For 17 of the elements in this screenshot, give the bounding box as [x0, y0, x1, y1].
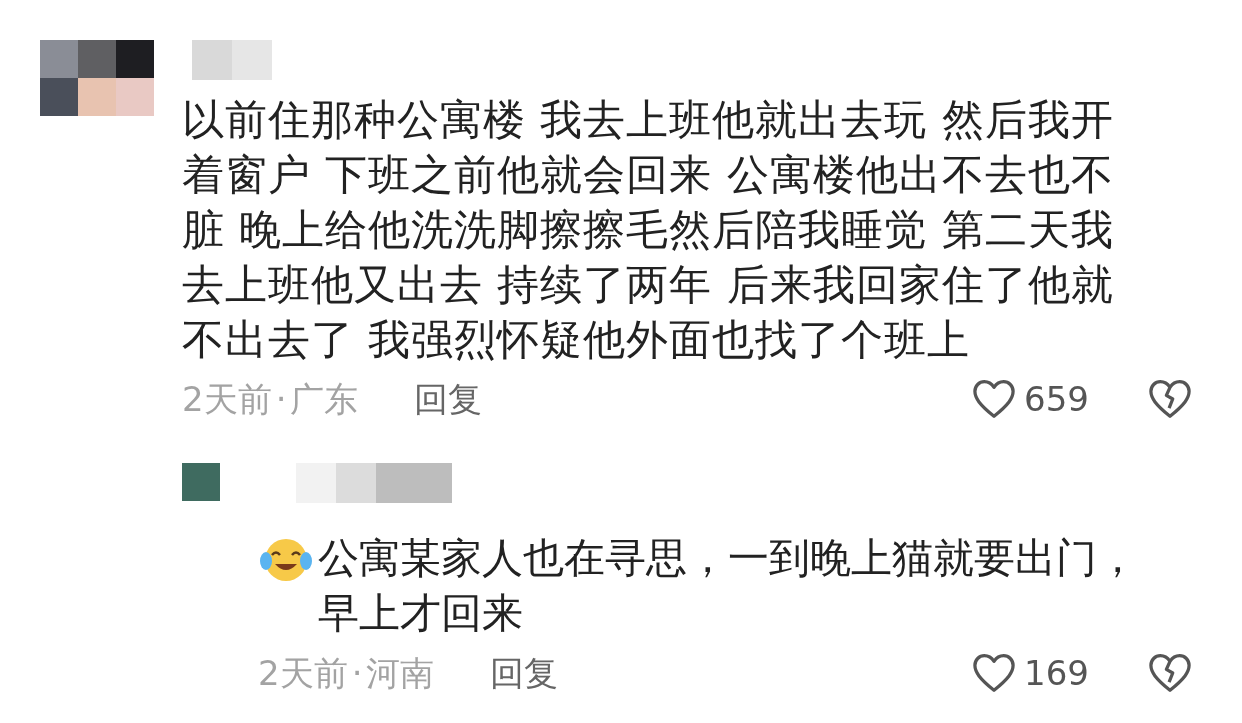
comment-location: 广东 — [290, 382, 359, 416]
separator-dot: · — [275, 382, 287, 416]
heart-icon[interactable] — [972, 653, 1016, 693]
comment-time-location: 2天前 — [258, 656, 348, 690]
reply-link[interactable]: 回复 — [490, 656, 559, 690]
heart-icon[interactable] — [972, 379, 1016, 419]
comment-text: 以前住那种公寓楼 我去上班他就出去玩 然后我开着窗户 下班之前他就会回来 公寓楼他出不去也不脏 晚上给他洗洗脚擦擦毛然后陪我睡觉 第二天我去上班他又出去 持续了两年 后来我回家住了他就不出去了 我强烈怀疑他外面也找了个班上 — [182, 94, 1115, 366]
reply-link[interactable]: 回复 — [414, 382, 483, 416]
broken-heart-icon[interactable] — [1148, 653, 1192, 693]
separator-dot: · — [351, 656, 363, 690]
broken-heart-icon[interactable] — [1148, 379, 1192, 419]
like-count: 659 — [1024, 382, 1090, 416]
comment-location: 河南 — [366, 656, 435, 690]
avatar[interactable] — [40, 40, 154, 116]
like-count: 169 — [1024, 656, 1090, 690]
comment-time-location: 2天前 — [182, 382, 272, 416]
reply-text: 公寓某家人也在寻思，一到晚上猫就要出门，早上才回来 — [318, 533, 1138, 639]
